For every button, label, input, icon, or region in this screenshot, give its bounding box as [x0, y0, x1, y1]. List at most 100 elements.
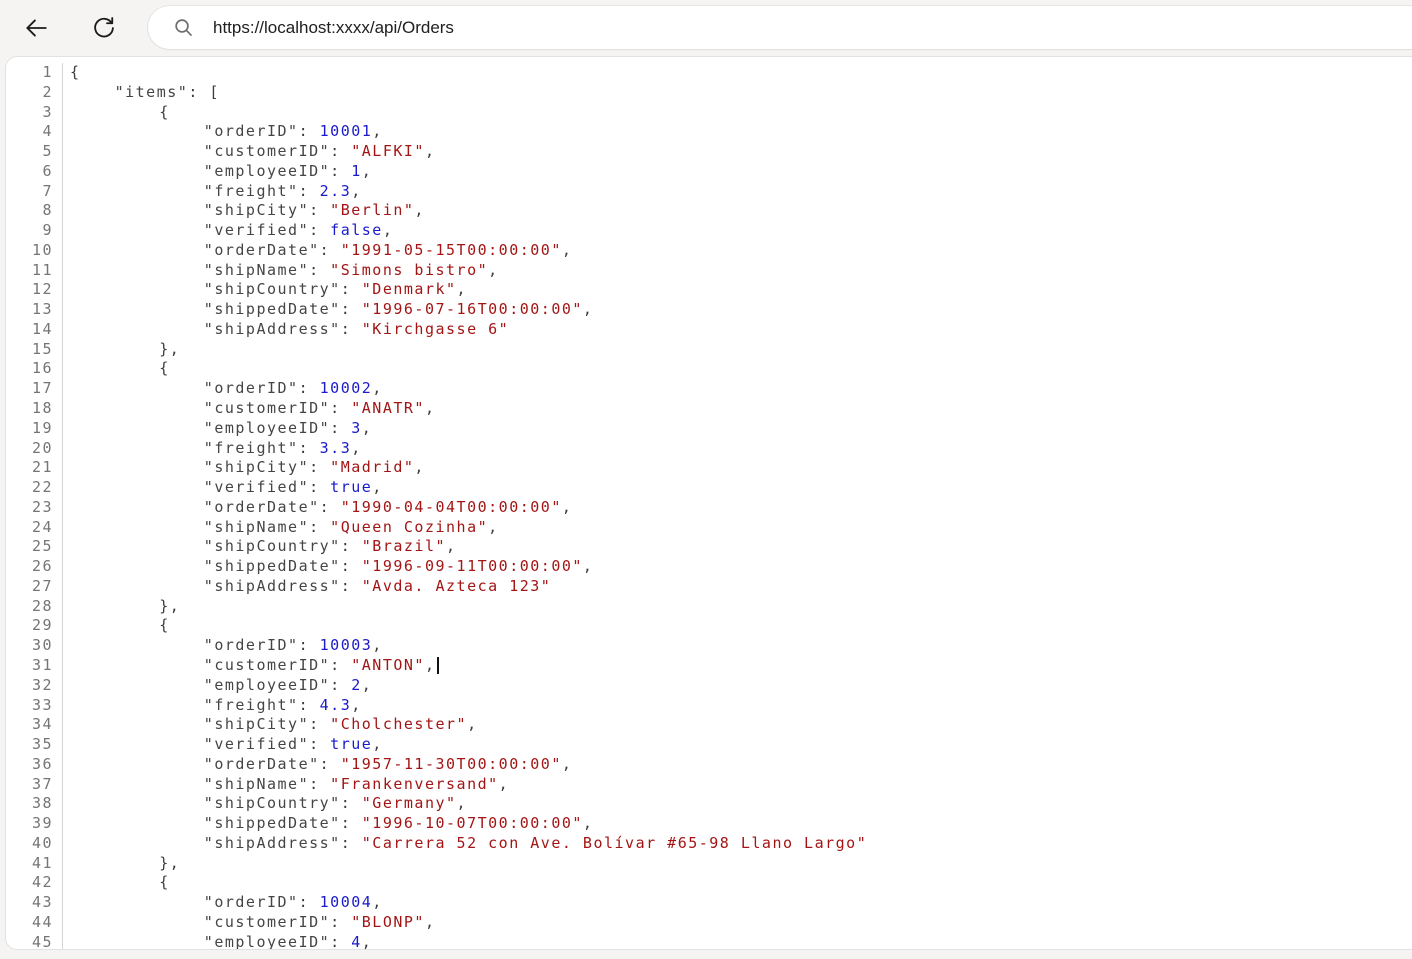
refresh-button[interactable] — [87, 11, 121, 45]
code-token: "verified" — [204, 735, 309, 753]
address-bar[interactable]: https://localhost:xxxx/api/Orders — [148, 6, 1412, 49]
code-token: "shippedDate" — [204, 557, 341, 575]
code-token: "1990-04-04T00:00:00" — [341, 498, 562, 516]
browser-toolbar: https://localhost:xxxx/api/Orders — [0, 0, 1412, 56]
code-token: "orderDate" — [204, 755, 320, 773]
code-token: : — [309, 715, 330, 733]
code-token: , — [372, 122, 383, 140]
code-token: { — [159, 103, 170, 121]
code-line: 10"orderDate": "1991-05-15T00:00:00", — [6, 241, 1412, 261]
search-icon — [173, 17, 194, 38]
code-text: "shipAddress": "Avda. Azteca 123" — [63, 577, 551, 597]
code-text: "shippedDate": "1996-10-07T00:00:00", — [63, 814, 593, 834]
code-line: 43"orderID": 10004, — [6, 893, 1412, 913]
code-token: : — [299, 636, 320, 654]
code-token: , — [372, 636, 383, 654]
code-token: "employeeID" — [204, 933, 330, 950]
code-token: : — [330, 142, 351, 160]
code-token: "employeeID" — [204, 676, 330, 694]
code-token: : — [341, 300, 362, 318]
code-line: 37"shipName": "Frankenversand", — [6, 775, 1412, 795]
code-token: , — [425, 913, 436, 931]
code-token: , — [362, 933, 373, 950]
code-line: 42{ — [6, 873, 1412, 893]
code-text: "customerID": "ALFKI", — [63, 142, 435, 162]
code-token: "shipAddress" — [204, 320, 341, 338]
code-line: 32"employeeID": 2, — [6, 676, 1412, 696]
back-button[interactable] — [19, 11, 53, 45]
line-number: 44 — [6, 913, 63, 933]
code-line: 44"customerID": "BLONP", — [6, 913, 1412, 933]
code-line: 26"shippedDate": "1996-09-11T00:00:00", — [6, 557, 1412, 577]
code-text: "shipName": "Queen Cozinha", — [63, 518, 499, 538]
code-token: "customerID" — [204, 656, 330, 674]
line-number: 20 — [6, 439, 63, 459]
code-token: "Simons bistro" — [330, 261, 488, 279]
code-text: "freight": 4.3, — [63, 696, 362, 716]
code-token: , — [488, 518, 499, 536]
code-text: { — [63, 359, 170, 379]
code-line: 27"shipAddress": "Avda. Azteca 123" — [6, 577, 1412, 597]
code-text: { — [63, 616, 170, 636]
code-token: "items" — [115, 83, 189, 101]
code-token: : — [309, 221, 330, 239]
code-token: , — [372, 379, 383, 397]
code-token: "shipCity" — [204, 458, 309, 476]
code-token: "Avda. Azteca 123" — [362, 577, 552, 595]
code-token: "Carrera 52 con Ave. Bolívar #65-98 Llan… — [362, 834, 867, 852]
code-token: , — [425, 399, 436, 417]
code-token: "employeeID" — [204, 162, 330, 180]
line-number: 36 — [6, 755, 63, 775]
line-number: 28 — [6, 597, 63, 617]
code-text: "freight": 2.3, — [63, 182, 362, 202]
code-text: "employeeID": 2, — [63, 676, 372, 696]
line-number: 34 — [6, 715, 63, 735]
content-area: 1{2"items": [3{4"orderID": 10001,5"custo… — [0, 56, 1412, 959]
code-line: 19"employeeID": 3, — [6, 419, 1412, 439]
code-token: 2 — [351, 676, 362, 694]
code-line: 21"shipCity": "Madrid", — [6, 458, 1412, 478]
code-token: , — [425, 142, 436, 160]
code-token: , — [351, 182, 362, 200]
code-text: "shipCity": "Cholchester", — [63, 715, 478, 735]
json-response-card: 1{2"items": [3{4"orderID": 10001,5"custo… — [5, 56, 1412, 950]
code-line: 20"freight": 3.3, — [6, 439, 1412, 459]
code-token: : — [341, 320, 362, 338]
code-token: , — [414, 201, 425, 219]
code-token: : — [309, 201, 330, 219]
url-text: https://localhost:xxxx/api/Orders — [213, 18, 454, 38]
line-number: 45 — [6, 933, 63, 950]
code-token: : — [309, 775, 330, 793]
code-token: "orderDate" — [204, 498, 320, 516]
code-token: "Queen Cozinha" — [330, 518, 488, 536]
code-token: 10004 — [320, 893, 373, 911]
code-token: "1957-11-30T00:00:00" — [341, 755, 562, 773]
code-token: }, — [159, 854, 180, 872]
code-token: "Madrid" — [330, 458, 414, 476]
code-token: "customerID" — [204, 142, 330, 160]
code-text: "orderDate": "1990-04-04T00:00:00", — [63, 498, 572, 518]
code-text: "verified": true, — [63, 478, 383, 498]
line-number: 15 — [6, 340, 63, 360]
code-token: : — [341, 577, 362, 595]
line-number: 37 — [6, 775, 63, 795]
code-text: "orderID": 10004, — [63, 893, 383, 913]
line-number: 42 — [6, 873, 63, 893]
code-line: 41}, — [6, 854, 1412, 874]
code-token: : — [309, 478, 330, 496]
line-number: 10 — [6, 241, 63, 261]
code-text: "employeeID": 4, — [63, 933, 372, 950]
code-token: "shipCountry" — [204, 537, 341, 555]
code-token: "ANTON" — [351, 656, 425, 674]
code-text: "orderDate": "1957-11-30T00:00:00", — [63, 755, 572, 775]
code-token: "shipName" — [204, 261, 309, 279]
code-token: : — [309, 458, 330, 476]
code-token: { — [70, 63, 81, 81]
code-token: , — [488, 261, 499, 279]
code-token: , — [414, 458, 425, 476]
code-token: "freight" — [204, 439, 299, 457]
line-number: 7 — [6, 182, 63, 202]
line-number: 17 — [6, 379, 63, 399]
code-text: "employeeID": 1, — [63, 162, 372, 182]
line-number: 27 — [6, 577, 63, 597]
